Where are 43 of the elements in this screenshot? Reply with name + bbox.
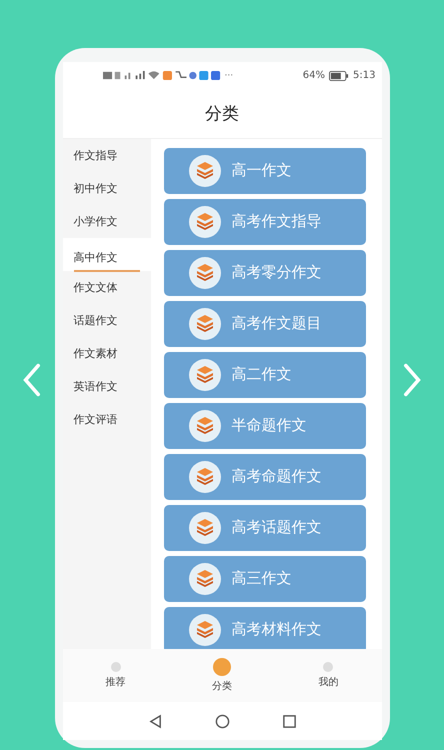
sidebar-item[interactable]: 初中作文	[62, 172, 150, 205]
more-notifications: ···	[224, 70, 234, 81]
layers-icon	[188, 510, 222, 545]
sidebar-item[interactable]: 高中作文	[62, 238, 150, 271]
layers-icon	[188, 154, 222, 188]
sidebar-item[interactable]: 作文评语	[62, 402, 150, 436]
category-label: 半命题作文	[232, 416, 306, 436]
battery-icon	[329, 70, 350, 81]
home-icon[interactable]	[214, 714, 230, 729]
layers-icon	[188, 562, 222, 596]
category-label: 高考命题作文	[232, 467, 322, 486]
recents-icon[interactable]	[282, 714, 296, 729]
layers-icon	[188, 612, 222, 647]
page-title: 分类	[205, 103, 239, 126]
clock: 5:13	[353, 70, 376, 82]
sidebar-item[interactable]: 作文文体	[62, 270, 150, 304]
tab-item[interactable]: 我的	[298, 662, 358, 690]
layers-icon	[188, 204, 222, 239]
layers-icon	[188, 460, 222, 494]
sidebar-item[interactable]: 作文素材	[62, 336, 150, 370]
sidebar-item[interactable]: 英语作文	[62, 370, 150, 403]
category-label: 高考零分作文	[232, 263, 322, 282]
back-icon[interactable]	[148, 714, 162, 729]
tab-icon	[110, 662, 121, 672]
sidebar-item[interactable]: 作文指导	[62, 138, 150, 172]
tab-item[interactable]: 推荐	[86, 662, 146, 690]
layers-icon	[188, 408, 222, 443]
category-label: 高考作文指导	[232, 212, 322, 232]
category-label: 高一作文	[232, 161, 292, 180]
category-label: 高考材料作文	[232, 620, 322, 640]
tab-item[interactable]: 分类	[192, 658, 252, 694]
category-label: 高三作文	[232, 569, 292, 588]
layers-icon	[188, 358, 222, 392]
sidebar-item[interactable]: 话题作文	[62, 304, 150, 337]
sidebar-item[interactable]: 小学作文	[62, 204, 150, 238]
tab-icon	[212, 658, 231, 676]
layers-icon	[188, 256, 222, 290]
category-label: 高考作文题目	[232, 314, 322, 334]
battery-percent: 64%	[302, 70, 326, 82]
category-label: 高考话题作文	[232, 518, 322, 538]
layers-icon	[188, 306, 222, 341]
category-label: 高二作文	[232, 365, 292, 384]
tab-icon	[323, 662, 334, 672]
